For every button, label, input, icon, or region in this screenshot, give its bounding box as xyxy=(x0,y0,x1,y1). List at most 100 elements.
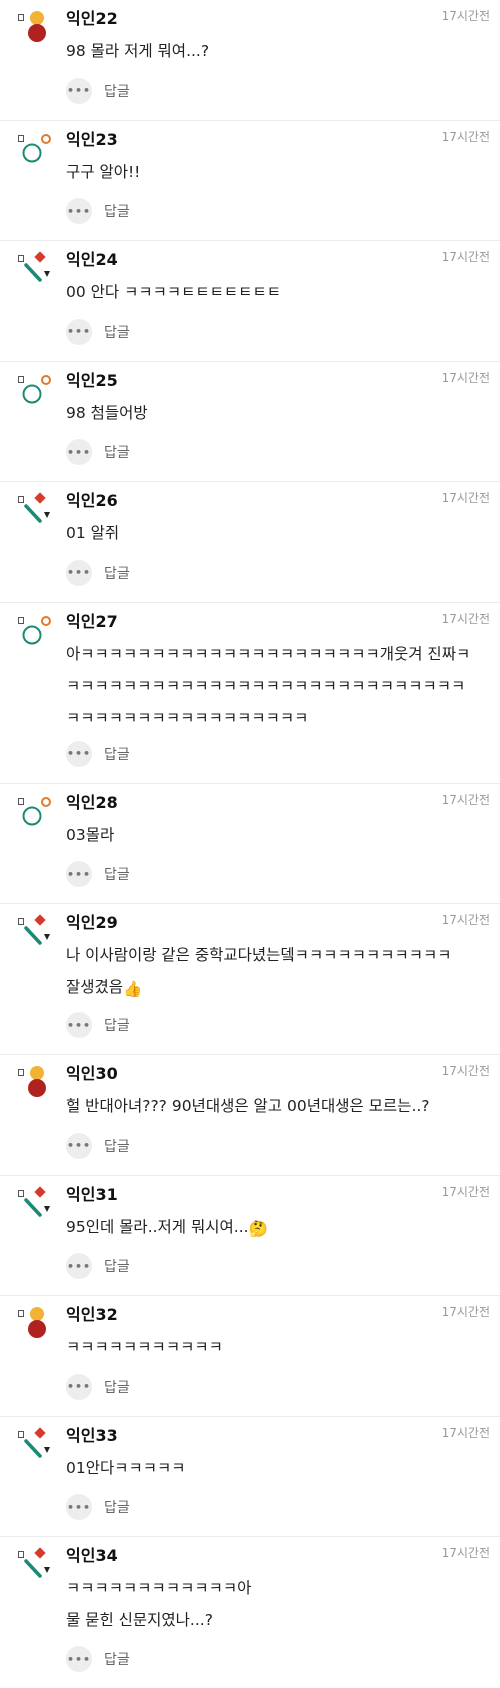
reply-button[interactable]: 답글 xyxy=(104,744,130,764)
more-options-button[interactable]: ••• xyxy=(66,740,92,767)
comment-text: 나 이사람이랑 같은 중학교다녔는뎈ㅋㅋㅋㅋㅋㅋㅋㅋㅋㅋㅋ 잘생겼음👍 xyxy=(66,939,490,1005)
comment-actions: ••• 답글 xyxy=(66,439,130,465)
avatar-circles-icon xyxy=(22,374,51,403)
comment-body: 98 몰라 저게 뭐여...? xyxy=(66,42,210,60)
avatar-shapes-icon xyxy=(24,1185,50,1217)
comment-body: ㅋㅋㅋㅋㅋㅋㅋㅋㅋㅋㅋㅋ아 물 묻힌 신문지였나...? xyxy=(66,1579,252,1629)
comment-body: 95인데 몰라..저게 뭐시여... xyxy=(66,1217,249,1236)
avatar-circles-icon xyxy=(22,615,51,644)
more-options-button[interactable]: ••• xyxy=(66,439,92,465)
comment-timestamp: 17시간전 xyxy=(441,1425,490,1440)
commenter-name: 익인33 xyxy=(66,1425,118,1445)
reply-button[interactable]: 답글 xyxy=(104,864,130,884)
reply-button[interactable]: 답글 xyxy=(104,1497,130,1517)
emoji-icon: 👍 xyxy=(123,980,143,998)
more-options-button[interactable]: ••• xyxy=(66,1253,92,1279)
comment-item: 익인32 17시간전 ㅋㅋㅋㅋㅋㅋㅋㅋㅋㅋㅋ ••• 답글 xyxy=(0,1296,500,1417)
reply-button[interactable]: 답글 xyxy=(104,322,130,342)
comment-body: 01안다ㅋㅋㅋㅋㅋ xyxy=(66,1458,186,1477)
more-options-button[interactable]: ••• xyxy=(66,861,92,887)
comment-timestamp: 17시간전 xyxy=(441,9,490,23)
comment-body: ㅋㅋㅋㅋㅋㅋㅋㅋㅋㅋㅋ xyxy=(66,1338,223,1356)
avatar-person-icon xyxy=(28,1066,46,1097)
comment-item: 익인24 17시간전 00 안다 ㅋㅋㅋㅋㅌㅌㅌㅌㅌㅌㅌ ••• 답글 xyxy=(0,241,500,362)
more-options-button[interactable]: ••• xyxy=(66,1373,92,1400)
comment-text: 00 안다 ㅋㅋㅋㅋㅌㅌㅌㅌㅌㅌㅌ xyxy=(66,276,490,308)
avatar-circles-icon xyxy=(22,133,51,162)
comment-actions: ••• 답글 xyxy=(66,198,130,224)
comment-item: 익인33 17시간전 01안다ㅋㅋㅋㅋㅋ ••• 답글 xyxy=(0,1417,500,1537)
comment-timestamp: 17시간전 xyxy=(441,792,490,807)
comment-text: 03몰라 xyxy=(66,819,490,851)
comment-item: 익인23 17시간전구구 알아!! ••• 답글 xyxy=(0,121,500,241)
comment-text: 95인데 몰라..저게 뭐시여...🤔 xyxy=(66,1211,490,1245)
commenter-name: 익인32 xyxy=(66,1305,118,1324)
comment-body: 01 알쥐 xyxy=(66,524,120,542)
commenter-name: 익인30 xyxy=(66,1064,118,1083)
comment-actions: ••• 답글 xyxy=(66,318,130,345)
comment-item: 익인30 17시간전 헐 반대아녀??? 90년대생은 알고 00년대생은 모르는.… xyxy=(0,1055,500,1176)
reply-button[interactable]: 답글 xyxy=(104,81,130,101)
comment-item: 익인22 17시간전 98 몰라 저게 뭐여...? ••• 답글 xyxy=(0,0,500,121)
reply-button[interactable]: 답글 xyxy=(104,201,130,221)
comment-actions: ••• 답글 xyxy=(66,740,130,767)
commenter-name: 익인25 xyxy=(66,370,118,390)
comment-actions: ••• 답글 xyxy=(66,861,130,887)
reply-button[interactable]: 답글 xyxy=(104,1136,130,1156)
comment-item: 익인25 17시간전 98 첨들어방 ••• 답글 xyxy=(0,362,500,482)
more-options-button[interactable]: ••• xyxy=(66,1132,92,1159)
commenter-name: 익인31 xyxy=(66,1184,118,1204)
avatar-person-icon xyxy=(28,11,46,42)
comment-timestamp: 17시간전 xyxy=(441,1305,490,1319)
reply-button[interactable]: 답글 xyxy=(104,1256,130,1276)
more-options-button[interactable]: ••• xyxy=(66,198,92,224)
reply-button[interactable]: 답글 xyxy=(104,1377,130,1397)
comment-text: 헐 반대아녀??? 90년대생은 알고 00년대생은 모르는..? xyxy=(66,1090,490,1122)
avatar-shapes-icon xyxy=(24,251,50,282)
comment-item: 익인29 17시간전 나 이사람이랑 같은 중학교다녔는뎈ㅋㅋㅋㅋㅋㅋㅋㅋㅋㅋㅋ 잘… xyxy=(0,904,500,1055)
comment-actions: ••• 답글 xyxy=(66,1253,130,1279)
comment-text: 구구 알아!! xyxy=(66,156,490,188)
comment-item: 익인27 17시간전 아ㅋㅋㅋㅋㅋㅋㅋㅋㅋㅋㅋㅋㅋㅋㅋㅋㅋㅋㅋㅋㅋ개웃겨 진짜ㅋ ㅋ… xyxy=(0,603,500,784)
more-options-button[interactable]: ••• xyxy=(66,318,92,345)
more-options-button[interactable]: ••• xyxy=(66,1494,92,1520)
more-options-button[interactable]: ••• xyxy=(66,1646,92,1672)
commenter-name: 익인24 xyxy=(66,250,118,269)
more-options-button[interactable]: ••• xyxy=(66,559,92,586)
comment-actions: ••• 답글 xyxy=(66,1132,130,1159)
reply-button[interactable]: 답글 xyxy=(104,442,130,462)
comment-body: 00 안다 ㅋㅋㅋㅋㅌㅌㅌㅌㅌㅌㅌ xyxy=(66,283,281,301)
emoji-icon: 🤔 xyxy=(248,1219,268,1238)
avatar-shapes-icon xyxy=(24,492,50,523)
comment-timestamp: 17시간전 xyxy=(441,913,490,927)
more-options-button[interactable]: ••• xyxy=(66,77,92,104)
comment-timestamp: 17시간전 xyxy=(441,250,490,264)
avatar-shapes-icon xyxy=(24,1547,50,1578)
comment-item: 익인28 17시간전 03몰라 ••• 답글 xyxy=(0,784,500,904)
reply-button[interactable]: 답글 xyxy=(104,1649,130,1669)
commenter-name: 익인27 xyxy=(66,611,118,631)
reply-button[interactable]: 답글 xyxy=(104,1015,130,1035)
comment-body: 98 첨들어방 xyxy=(66,403,148,422)
comment-timestamp: 17시간전 xyxy=(441,491,490,505)
more-options-button[interactable]: ••• xyxy=(66,1012,92,1038)
comment-text: 01안다ㅋㅋㅋㅋㅋ xyxy=(66,1452,490,1484)
avatar-shapes-icon xyxy=(24,1426,50,1458)
comment-item: 익인31 17시간전 95인데 몰라..저게 뭐시여...🤔 ••• 답글 xyxy=(0,1176,500,1296)
commenter-name: 익인34 xyxy=(66,1546,118,1565)
comment-timestamp: 17시간전 xyxy=(441,1546,490,1560)
commenter-name: 익인26 xyxy=(66,491,118,510)
comment-timestamp: 17시간전 xyxy=(441,129,490,144)
reply-button[interactable]: 답글 xyxy=(104,563,130,583)
comment-actions: ••• 답글 xyxy=(66,1494,130,1520)
comment-body: 03몰라 xyxy=(66,825,115,844)
comment-actions: ••• 답글 xyxy=(66,77,130,104)
comment-body: 아ㅋㅋㅋㅋㅋㅋㅋㅋㅋㅋㅋㅋㅋㅋㅋㅋㅋㅋㅋㅋㅋ개웃겨 진짜ㅋ ㅋㅋㅋㅋㅋㅋㅋㅋㅋㅋ… xyxy=(66,644,471,727)
comment-text: 98 몰라 저게 뭐여...? xyxy=(66,35,490,67)
comment-item: 익인34 17시간전 ㅋㅋㅋㅋㅋㅋㅋㅋㅋㅋㅋㅋ아 물 묻힌 신문지였나...? •••… xyxy=(0,1537,500,1688)
comment-text: 아ㅋㅋㅋㅋㅋㅋㅋㅋㅋㅋㅋㅋㅋㅋㅋㅋㅋㅋㅋㅋㅋ개웃겨 진짜ㅋ ㅋㅋㅋㅋㅋㅋㅋㅋㅋㅋ… xyxy=(66,638,490,734)
commenter-name: 익인23 xyxy=(66,129,118,149)
comment-actions: ••• 답글 xyxy=(66,1012,130,1038)
comment-body: 구구 알아!! xyxy=(66,162,141,181)
comment-timestamp: 17시간전 xyxy=(441,370,490,385)
